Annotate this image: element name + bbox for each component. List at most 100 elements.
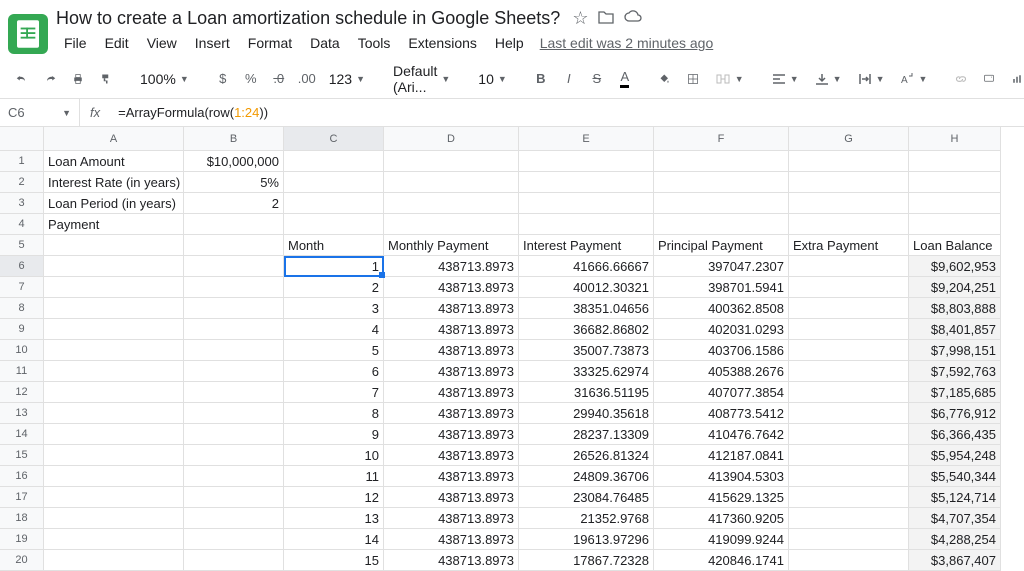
more-formats-select[interactable]: 123▼ [323, 69, 371, 89]
cell[interactable]: $7,185,685 [909, 382, 1001, 403]
last-edit-link[interactable]: Last edit was 2 minutes ago [540, 35, 714, 51]
cell[interactable] [44, 361, 184, 382]
select-all-corner[interactable] [0, 127, 44, 151]
cell[interactable]: Month [284, 235, 384, 256]
cell[interactable] [384, 151, 519, 172]
text-color-button[interactable]: A [613, 66, 637, 92]
cell[interactable]: $5,540,344 [909, 466, 1001, 487]
cell[interactable]: 400362.8508 [654, 298, 789, 319]
cell[interactable] [789, 361, 909, 382]
cell[interactable]: 29940.35618 [519, 403, 654, 424]
cell[interactable]: 31636.51195 [519, 382, 654, 403]
cell[interactable]: 3 [284, 298, 384, 319]
cell[interactable]: 438713.8973 [384, 508, 519, 529]
cell[interactable]: 398701.5941 [654, 277, 789, 298]
cell[interactable] [789, 319, 909, 340]
decrease-decimal-button[interactable]: .0 [267, 66, 291, 92]
cell[interactable]: 438713.8973 [384, 298, 519, 319]
col-header-B[interactable]: B [184, 127, 284, 151]
cell[interactable] [519, 193, 654, 214]
cell[interactable]: Monthly Payment [384, 235, 519, 256]
cell[interactable]: Interest Payment [519, 235, 654, 256]
cell[interactable] [44, 382, 184, 403]
redo-button[interactable] [38, 66, 62, 92]
cell[interactable]: 33325.62974 [519, 361, 654, 382]
cell[interactable] [44, 508, 184, 529]
row-header[interactable]: 5 [0, 235, 44, 256]
cell[interactable] [789, 298, 909, 319]
cell[interactable] [909, 151, 1001, 172]
row-header[interactable]: 10 [0, 340, 44, 361]
cell[interactable]: 40012.30321 [519, 277, 654, 298]
cell[interactable] [184, 550, 284, 571]
cell[interactable]: 438713.8973 [384, 361, 519, 382]
menu-file[interactable]: File [56, 31, 95, 55]
cell[interactable]: 14 [284, 529, 384, 550]
v-align-button[interactable]: ▼ [809, 70, 848, 88]
cell[interactable]: 402031.0293 [654, 319, 789, 340]
menu-edit[interactable]: Edit [97, 31, 137, 55]
move-icon[interactable] [598, 8, 614, 29]
cell[interactable]: 19613.97296 [519, 529, 654, 550]
cell[interactable] [789, 256, 909, 277]
wrap-button[interactable]: ▼ [852, 70, 891, 88]
cell[interactable]: 438713.8973 [384, 277, 519, 298]
row-header[interactable]: 2 [0, 172, 44, 193]
col-header-F[interactable]: F [654, 127, 789, 151]
col-header-G[interactable]: G [789, 127, 909, 151]
sheets-logo[interactable] [8, 14, 48, 54]
row-header[interactable]: 14 [0, 424, 44, 445]
cell[interactable] [44, 550, 184, 571]
cell[interactable] [654, 193, 789, 214]
cell[interactable]: $5,954,248 [909, 445, 1001, 466]
cell[interactable] [789, 214, 909, 235]
cell[interactable]: 2 [184, 193, 284, 214]
col-header-E[interactable]: E [519, 127, 654, 151]
menu-help[interactable]: Help [487, 31, 532, 55]
cell[interactable]: 35007.73873 [519, 340, 654, 361]
row-header[interactable]: 3 [0, 193, 44, 214]
strike-button[interactable]: S [585, 66, 609, 92]
cell[interactable] [789, 424, 909, 445]
cell[interactable] [789, 151, 909, 172]
cell[interactable]: Payment [44, 214, 184, 235]
link-button[interactable] [949, 66, 973, 92]
cell[interactable] [184, 214, 284, 235]
cell[interactable]: 26526.81324 [519, 445, 654, 466]
row-header[interactable]: 11 [0, 361, 44, 382]
row-header[interactable]: 4 [0, 214, 44, 235]
cell[interactable]: $6,366,435 [909, 424, 1001, 445]
cell[interactable]: $10,000,000 [184, 151, 284, 172]
col-header-H[interactable]: H [909, 127, 1001, 151]
menu-view[interactable]: View [139, 31, 185, 55]
row-header[interactable]: 18 [0, 508, 44, 529]
cell[interactable]: $8,401,857 [909, 319, 1001, 340]
cell[interactable]: 11 [284, 466, 384, 487]
cell[interactable]: 410476.7642 [654, 424, 789, 445]
cell[interactable]: $9,204,251 [909, 277, 1001, 298]
font-select[interactable]: Default (Ari...▼ [387, 61, 456, 97]
cell[interactable]: 415629.1325 [654, 487, 789, 508]
cell[interactable]: 420846.1741 [654, 550, 789, 571]
cell[interactable] [44, 298, 184, 319]
paint-format-button[interactable] [94, 66, 118, 92]
row-header[interactable]: 9 [0, 319, 44, 340]
cell[interactable] [519, 214, 654, 235]
cell[interactable] [789, 466, 909, 487]
cell[interactable] [184, 340, 284, 361]
rotate-button[interactable]: A▼ [894, 70, 933, 88]
cell[interactable] [519, 172, 654, 193]
cell[interactable]: 41666.66667 [519, 256, 654, 277]
cell[interactable]: 405388.2676 [654, 361, 789, 382]
cell[interactable]: 403706.1586 [654, 340, 789, 361]
menu-tools[interactable]: Tools [350, 31, 399, 55]
cell[interactable]: $7,998,151 [909, 340, 1001, 361]
col-header-D[interactable]: D [384, 127, 519, 151]
cell[interactable]: 438713.8973 [384, 319, 519, 340]
cell[interactable]: 438713.8973 [384, 340, 519, 361]
cell[interactable] [789, 445, 909, 466]
cell[interactable]: 5 [284, 340, 384, 361]
percent-button[interactable]: % [239, 66, 263, 92]
cell[interactable]: 21352.9768 [519, 508, 654, 529]
menu-format[interactable]: Format [240, 31, 300, 55]
